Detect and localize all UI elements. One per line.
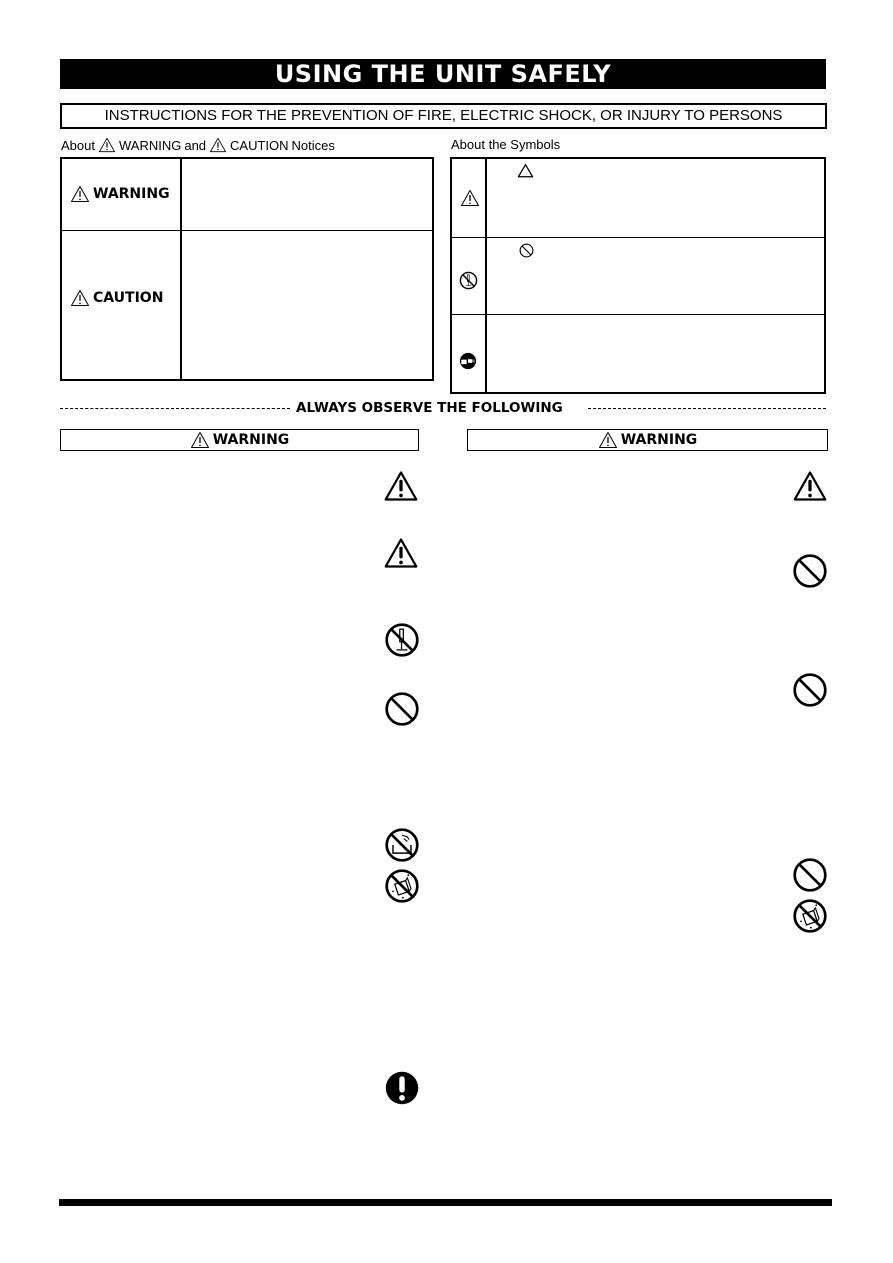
prohibition-icon <box>792 553 828 589</box>
dashed-divider-left <box>60 408 290 409</box>
notice-row-warning: WARNING <box>62 159 432 231</box>
no-liquid-icon <box>792 898 828 934</box>
right-warning-header: WARNING <box>467 429 828 451</box>
prohibition-icon <box>792 672 828 708</box>
notice-row-caution: CAUTION <box>62 231 432 381</box>
symbols-section-label: About the Symbols <box>451 137 561 152</box>
instructions-heading: INSTRUCTIONS FOR THE PREVENTION OF FIRE,… <box>60 103 827 129</box>
do-not-disassemble-icon <box>384 622 420 658</box>
right-warning-label: WARNING <box>620 432 698 448</box>
label-about: About <box>61 137 95 153</box>
notices-table: WARNING CAUTION <box>60 157 434 381</box>
warning-badge: WARNING <box>70 185 170 203</box>
page-title: USING THE UNIT SAFELY <box>60 59 826 89</box>
label-warning: WARNING <box>118 137 182 153</box>
mandatory-action-icon <box>384 1070 420 1106</box>
warning-triangle-icon <box>792 468 828 504</box>
do-not-disassemble-icon <box>459 271 478 290</box>
symbol-row-caution <box>452 159 824 238</box>
label-notices: Notices <box>291 137 335 153</box>
prohibition-icon <box>519 243 534 258</box>
warning-triangle-icon <box>98 137 116 153</box>
caution-badge: CAUTION <box>70 289 163 307</box>
symbol-row-mandatory <box>452 315 824 394</box>
warning-triangle-icon <box>70 289 90 307</box>
warning-triangle-icon <box>190 431 210 449</box>
observe-heading: ALWAYS OBSERVE THE FOLLOWING <box>296 400 563 416</box>
caution-label: CAUTION <box>93 290 164 306</box>
label-caution: CAUTION <box>230 137 289 153</box>
symbols-table <box>450 157 826 394</box>
warning-triangle-icon <box>460 189 480 207</box>
unplug-icon <box>459 352 477 370</box>
no-water-bath-icon <box>384 827 420 863</box>
warning-triangle-icon <box>598 431 618 449</box>
warning-triangle-icon <box>209 137 227 153</box>
symbol-row-prohibited <box>452 238 824 315</box>
footer-rule <box>59 1199 832 1206</box>
dashed-divider-right <box>588 408 826 409</box>
no-liquid-icon <box>384 868 420 904</box>
warning-label: WARNING <box>93 186 170 202</box>
triangle-outline-icon <box>517 163 534 178</box>
left-warning-header: WARNING <box>60 429 419 451</box>
label-and: and <box>184 137 207 153</box>
prohibition-icon <box>384 691 420 727</box>
notices-section-label: About WARNING and CAUTION Notices <box>61 137 335 153</box>
prohibition-icon <box>792 857 828 893</box>
warning-triangle-icon <box>70 185 90 203</box>
warning-triangle-icon <box>383 535 419 571</box>
warning-triangle-icon <box>383 468 419 504</box>
left-warning-label: WARNING <box>212 432 290 448</box>
